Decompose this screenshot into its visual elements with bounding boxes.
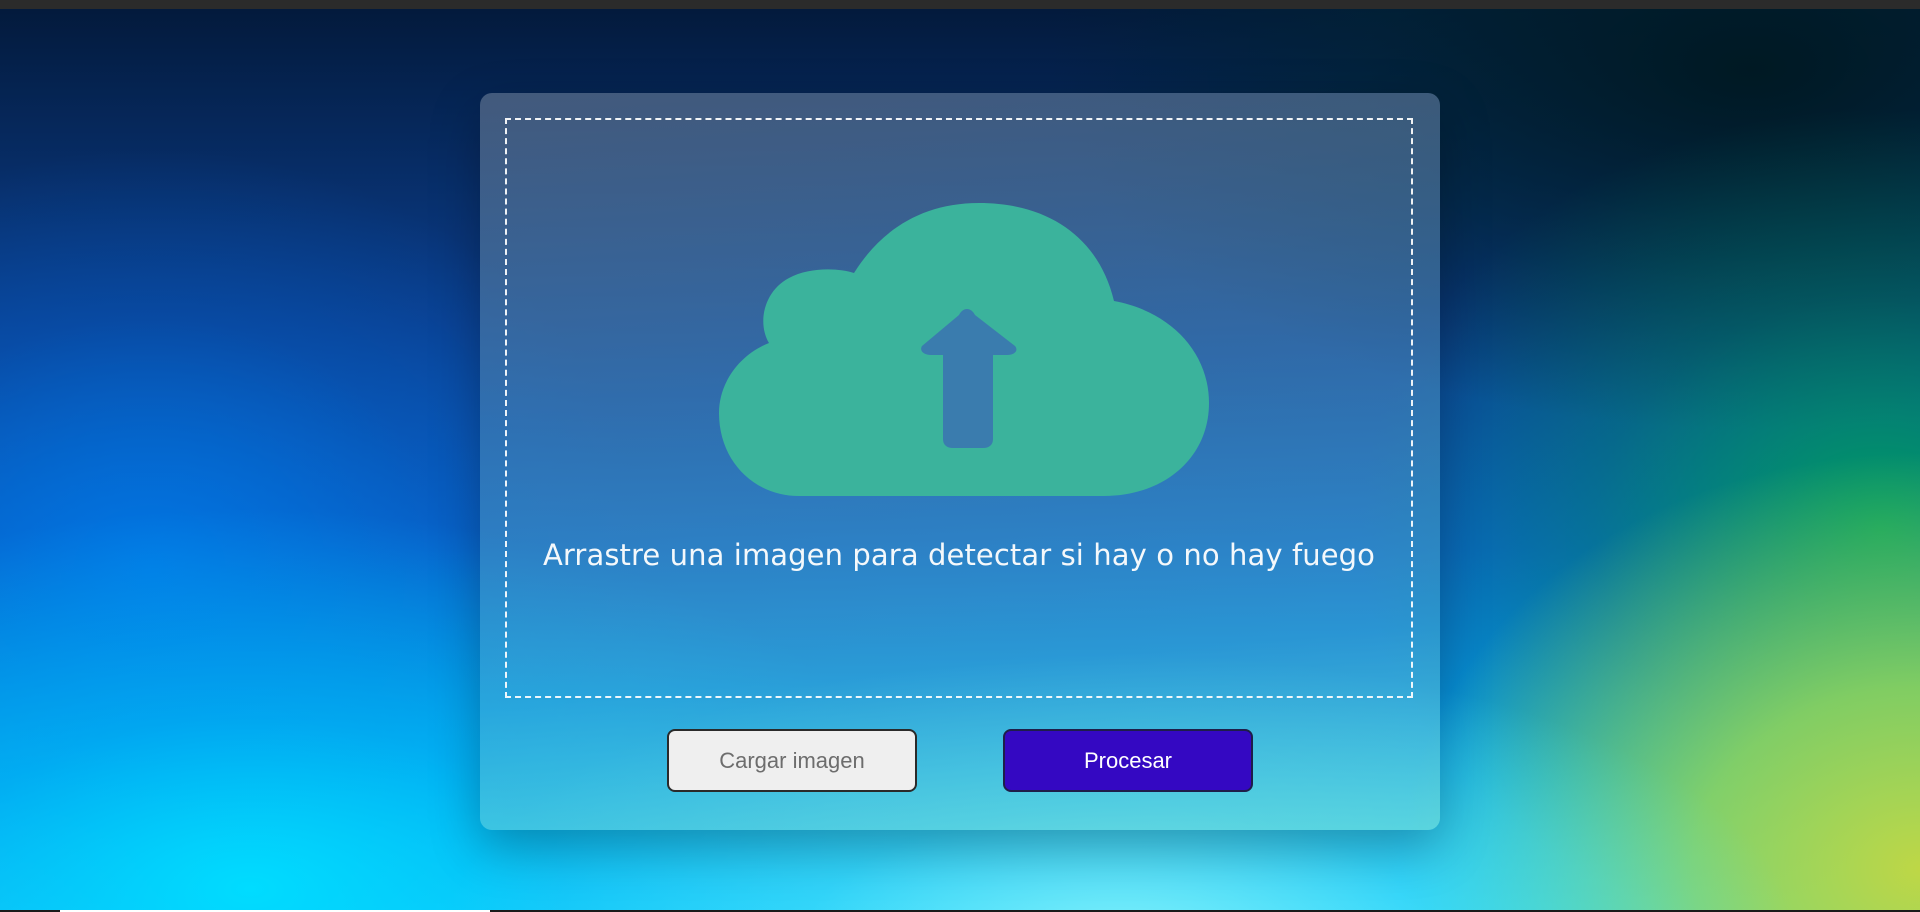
drop-instructions: Arrastre una imagen para detectar si hay… [542,538,1376,572]
process-button[interactable]: Procesar [1003,729,1253,792]
browser-top-bar [0,0,1920,9]
image-drop-zone[interactable]: Arrastre una imagen para detectar si hay… [505,118,1413,698]
load-image-button[interactable]: Cargar imagen [667,729,917,792]
upload-card: Arrastre una imagen para detectar si hay… [480,93,1440,830]
cloud-upload-icon [719,203,1209,496]
